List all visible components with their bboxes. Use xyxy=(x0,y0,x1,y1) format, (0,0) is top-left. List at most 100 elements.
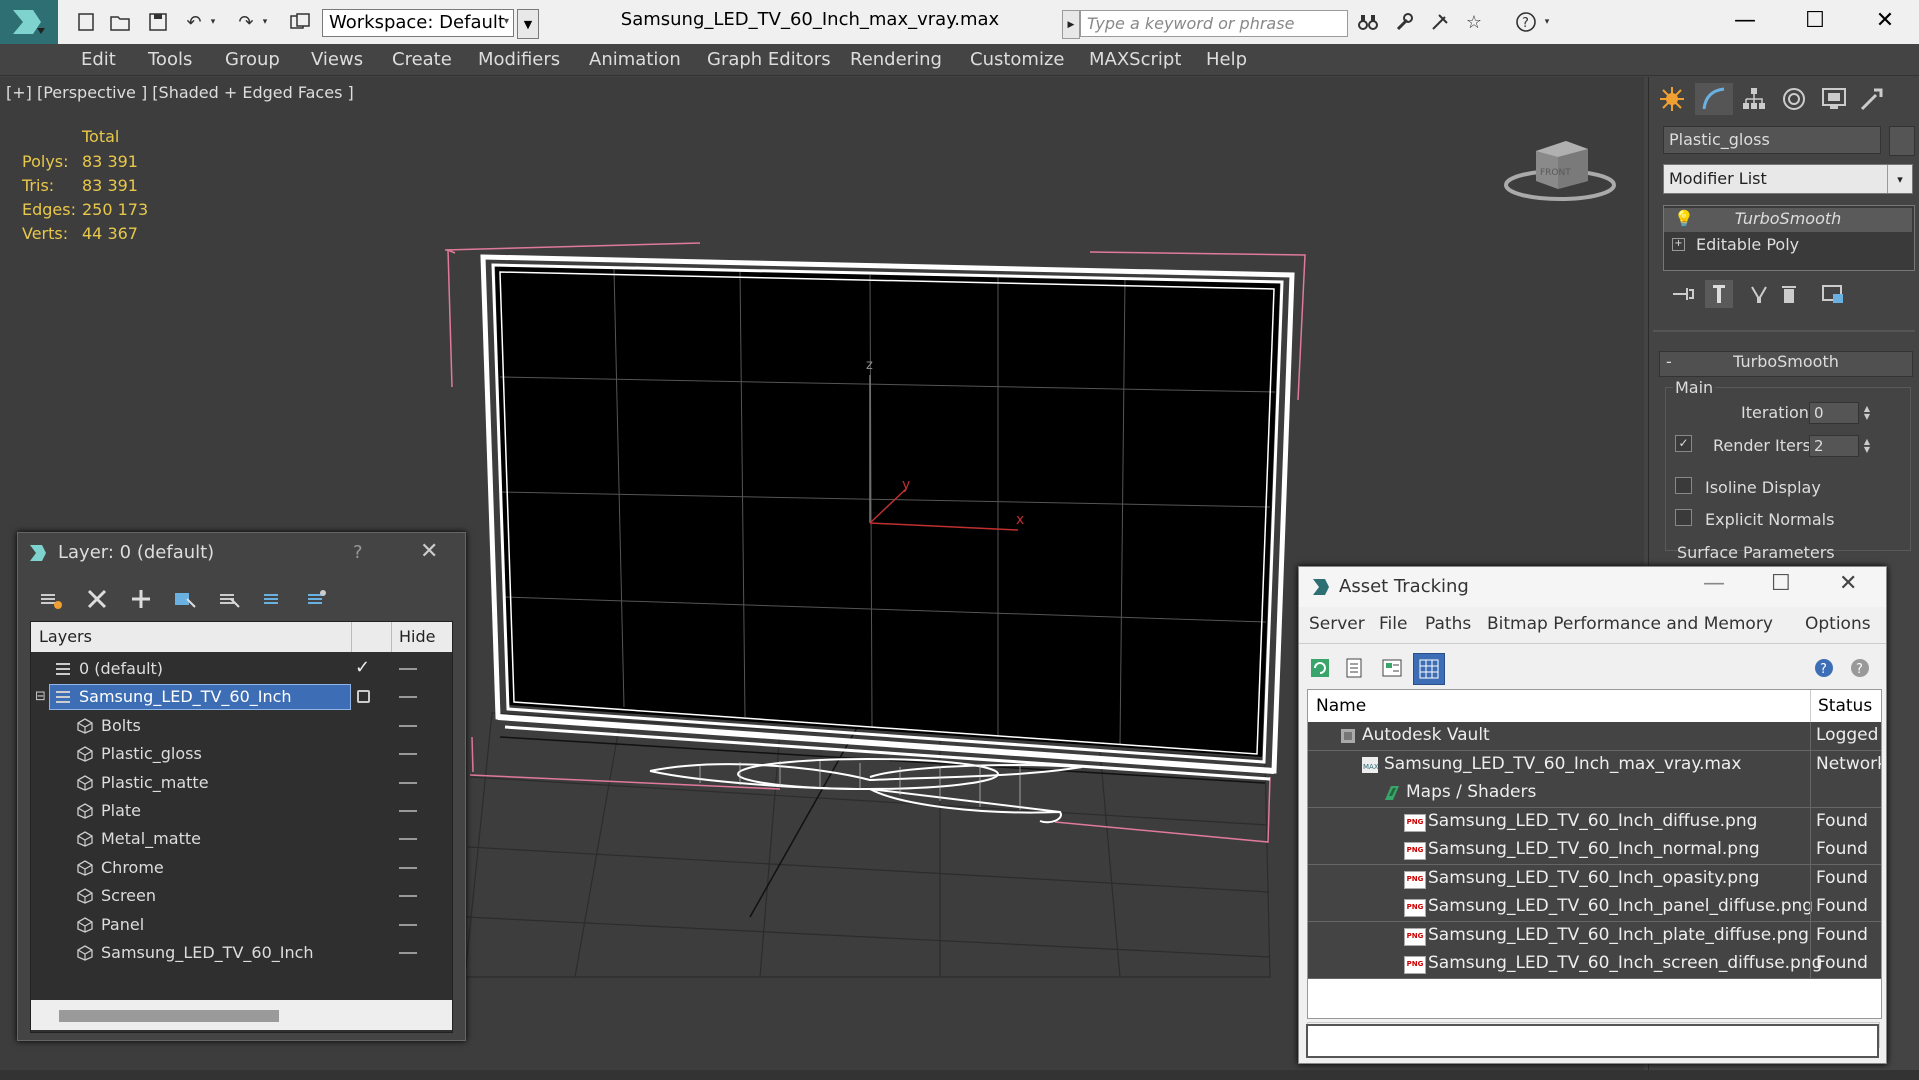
show-end-result-icon[interactable] xyxy=(1705,280,1733,308)
layer-row[interactable]: Panel xyxy=(31,911,452,939)
col-name[interactable]: Name xyxy=(1316,696,1366,716)
select-layer-icon[interactable] xyxy=(212,584,246,614)
help-button[interactable]: ? xyxy=(353,542,363,563)
layer-row[interactable]: Plate xyxy=(31,797,452,825)
close-icon[interactable]: ✕ xyxy=(1850,0,1919,40)
menu-views[interactable]: Views xyxy=(311,49,363,70)
hide-toggle[interactable] xyxy=(399,923,417,926)
menu-modifiers[interactable]: Modifiers xyxy=(478,49,560,70)
hide-toggle[interactable] xyxy=(399,753,417,756)
utilities-tab-icon[interactable] xyxy=(1853,83,1891,115)
vault-help-icon[interactable]: ? xyxy=(1809,653,1839,683)
hide-toggle[interactable] xyxy=(399,810,417,812)
undo-dropdown-icon[interactable]: ▾ xyxy=(206,9,220,35)
expand-icon[interactable]: + xyxy=(1672,238,1685,251)
close-icon[interactable]: ✕ xyxy=(420,539,438,564)
object-color-swatch[interactable] xyxy=(1889,126,1915,156)
col-status[interactable]: Status xyxy=(1818,696,1872,716)
project-folder-icon[interactable] xyxy=(286,9,314,35)
minimize-icon[interactable]: — xyxy=(1710,0,1780,40)
delete-layer-icon[interactable] xyxy=(80,584,114,614)
select-objects-icon[interactable] xyxy=(168,584,202,614)
menu-help[interactable]: Help xyxy=(1206,49,1247,70)
hide-toggle[interactable] xyxy=(399,781,417,784)
object-name-field[interactable]: Plastic_gloss xyxy=(1663,126,1881,154)
tree-view-icon[interactable] xyxy=(1377,653,1407,683)
asset-row[interactable]: MAX Samsung_LED_TV_60_Inch_max_vray.max Ne… xyxy=(1308,750,1881,780)
app-logo[interactable] xyxy=(0,0,58,44)
favorites-star-icon[interactable]: ☆ xyxy=(1460,9,1488,35)
display-tab-icon[interactable] xyxy=(1815,83,1853,115)
add-to-layer-icon[interactable] xyxy=(124,584,158,614)
lightbulb-icon[interactable]: 💡 xyxy=(1674,209,1694,228)
col-hide[interactable]: Hide xyxy=(399,627,435,646)
layer-row[interactable]: Bolts xyxy=(31,712,452,740)
asset-menu-options[interactable]: Options xyxy=(1805,614,1871,634)
workspace-selector[interactable]: Workspace: Default ▾ xyxy=(322,9,514,37)
workspace-menu-button[interactable]: ▼ xyxy=(517,9,539,39)
menu-customize[interactable]: Customize xyxy=(970,49,1064,70)
render-iters-spinner[interactable]: 2 xyxy=(1809,435,1859,457)
asset-row[interactable]: Maps / Shaders xyxy=(1308,779,1881,808)
undo-icon[interactable]: ↶ xyxy=(180,9,208,35)
layer-row[interactable]: ⊟ Samsung_LED_TV_60_Inch xyxy=(31,683,452,711)
search-expand-icon[interactable]: ▶ xyxy=(1062,10,1080,39)
layer-row[interactable]: Metal_matte xyxy=(31,825,452,853)
menu-rendering[interactable]: Rendering xyxy=(850,49,942,70)
asset-row[interactable]: PNG Samsung_LED_TV_60_Inch_screen_diffuse… xyxy=(1308,950,1881,979)
render-iters-spinner-arrows[interactable]: ▲ ▼ xyxy=(1861,435,1873,457)
remove-modifier-icon[interactable] xyxy=(1775,280,1803,308)
viewcube[interactable]: FRONT xyxy=(1502,129,1622,209)
layers-horizontal-scrollbar[interactable] xyxy=(31,1000,452,1030)
minimize-icon[interactable]: — xyxy=(1703,571,1725,596)
new-file-icon[interactable] xyxy=(72,9,100,35)
stack-item-editable-poly[interactable]: + Editable Poly xyxy=(1664,234,1912,258)
layer-row[interactable]: Screen xyxy=(31,882,452,910)
hide-toggle[interactable] xyxy=(399,668,417,670)
stack-item-turbosmooth[interactable]: 💡 TurboSmooth xyxy=(1664,208,1912,232)
configure-modifier-sets-icon[interactable] xyxy=(1819,280,1847,308)
hide-toggle[interactable] xyxy=(399,696,417,699)
layer-row[interactable]: 0 (default) ✓ xyxy=(31,655,452,683)
wrench-icon[interactable] xyxy=(1390,9,1418,35)
collapse-icon[interactable]: ⊟ xyxy=(35,689,46,704)
asset-row[interactable]: Autodesk Vault Logged xyxy=(1308,722,1881,751)
maximize-icon[interactable]: ☐ xyxy=(1780,0,1850,40)
turbosmooth-rollout-header[interactable]: - TurboSmooth xyxy=(1659,351,1913,377)
asset-menu-bitmap-performance[interactable]: Bitmap Performance and Memory xyxy=(1487,614,1773,634)
render-iters-checkbox[interactable]: ✓ xyxy=(1675,435,1692,452)
isoline-display-checkbox[interactable] xyxy=(1675,477,1692,494)
menu-create[interactable]: Create xyxy=(392,49,452,70)
set-current-checkbox[interactable] xyxy=(357,690,370,704)
hide-unhide-layers-icon[interactable] xyxy=(300,584,334,614)
open-file-icon[interactable] xyxy=(106,9,134,35)
asset-dialog-titlebar[interactable]: Asset Tracking — ☐ ✕ xyxy=(1299,567,1886,607)
explicit-normals-checkbox[interactable] xyxy=(1675,509,1692,526)
close-icon[interactable]: ✕ xyxy=(1839,571,1857,596)
iterations-spinner[interactable]: 0 xyxy=(1809,402,1859,424)
col-layers[interactable]: Layers xyxy=(39,627,92,646)
menu-group[interactable]: Group xyxy=(225,49,280,70)
asset-row[interactable]: PNG Samsung_LED_TV_60_Inch_plate_diffuse.… xyxy=(1308,921,1881,951)
help-dropdown-icon[interactable]: ▾ xyxy=(1540,9,1554,35)
refresh-icon[interactable] xyxy=(1305,653,1335,683)
binoculars-icon[interactable] xyxy=(1354,9,1382,35)
collapse-icon[interactable]: - xyxy=(1666,352,1672,371)
modifier-list-dropdown[interactable]: Modifier List ▾ xyxy=(1663,164,1913,194)
redo-dropdown-icon[interactable]: ▾ xyxy=(258,9,272,35)
save-file-icon[interactable] xyxy=(144,9,172,35)
viewport-label[interactable]: [+] [Perspective ] [Shaded + Edged Faces… xyxy=(6,83,354,102)
menu-graph-editors[interactable]: Graph Editors xyxy=(707,49,831,70)
help-icon[interactable]: ? xyxy=(1512,9,1540,35)
asset-menu-paths[interactable]: Paths xyxy=(1425,614,1471,634)
hide-toggle[interactable] xyxy=(399,838,417,841)
current-layer-checkmark-icon[interactable]: ✓ xyxy=(355,657,370,678)
menu-animation[interactable]: Animation xyxy=(589,49,681,70)
set-current-layer-icon[interactable] xyxy=(256,584,290,614)
asset-row[interactable]: PNG Samsung_LED_TV_60_Inch_normal.png Foun… xyxy=(1308,836,1881,865)
pin-stack-icon[interactable] xyxy=(1669,280,1697,308)
asset-path-field[interactable] xyxy=(1306,1024,1879,1058)
iterations-spinner-arrows[interactable]: ▲ ▼ xyxy=(1861,402,1873,424)
scrollbar-thumb[interactable] xyxy=(59,1010,279,1022)
asset-menu-server[interactable]: Server xyxy=(1309,614,1365,634)
